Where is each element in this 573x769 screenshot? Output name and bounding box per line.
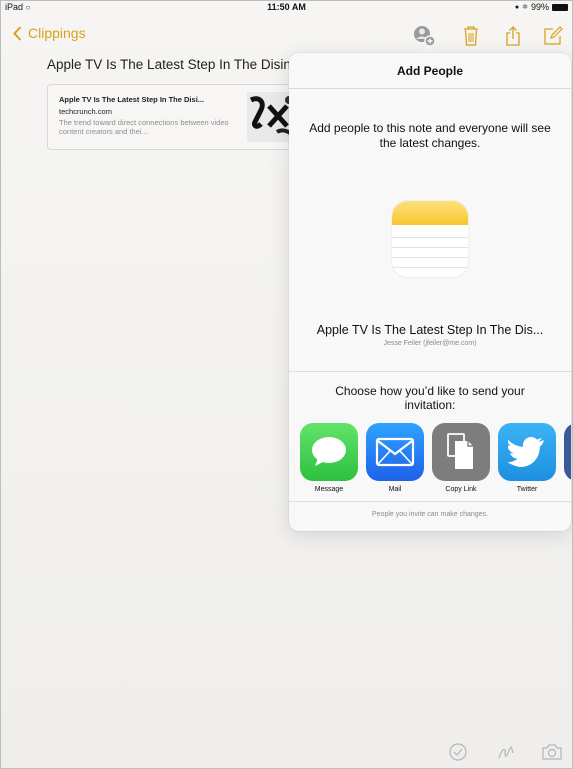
twitter-icon — [498, 423, 556, 481]
share-message-label: Message — [314, 486, 344, 493]
shared-note-title: Apple TV Is The Latest Step In The Dis..… — [316, 323, 544, 337]
popover-title: Add People — [289, 53, 571, 89]
battery-icon — [552, 3, 568, 11]
popover-description: Add people to this note and everyone wil… — [309, 121, 551, 150]
note-title[interactable]: Apple TV Is The Latest Step In The Disin… — [47, 57, 302, 72]
share-copy-link-label: Copy Link — [445, 486, 477, 493]
divider — [289, 501, 571, 502]
navigation-bar: Clippings — [1, 21, 572, 51]
camera-icon[interactable] — [541, 741, 563, 763]
popover-footer-note: People you invite can make changes. — [372, 511, 488, 518]
share-mail-label: Mail — [388, 486, 402, 493]
message-icon — [300, 423, 358, 481]
share-mail-button[interactable]: Mail — [366, 423, 424, 499]
status-right: ● ✱ 99% — [515, 2, 568, 12]
share-more-button[interactable] — [564, 423, 571, 499]
bluetooth-icon: ✱ — [522, 4, 528, 11]
notes-app-icon — [392, 201, 468, 277]
share-twitter-button[interactable]: Twitter — [498, 423, 556, 499]
link-title: Apple TV Is The Latest Step In The Disi.… — [59, 95, 205, 104]
chevron-left-icon — [13, 25, 22, 41]
add-people-popover: Add People Add people to this note and e… — [289, 53, 571, 531]
share-copy-link-button[interactable]: Copy Link — [432, 423, 490, 499]
facebook-icon — [564, 423, 571, 481]
sketch-icon[interactable] — [495, 741, 517, 763]
alarm-icon: ● — [514, 3, 520, 11]
link-preview-card[interactable]: Apple TV Is The Latest Step In The Disi.… — [47, 84, 307, 150]
share-message-button[interactable]: Message — [300, 423, 358, 499]
checklist-icon[interactable] — [447, 741, 469, 763]
link-description: The trend toward direct connections betw… — [59, 118, 229, 136]
share-twitter-label: Twitter — [516, 486, 538, 493]
back-label: Clippings — [28, 25, 86, 41]
notes-app-window: iPad ○ 11:50 AM ● ✱ 99% Clippings Apple … — [0, 0, 573, 769]
status-bar: iPad ○ 11:50 AM ● ✱ 99% — [1, 1, 572, 15]
back-button[interactable]: Clippings — [13, 25, 86, 41]
divider — [289, 371, 571, 372]
status-time: 11:50 AM — [267, 2, 306, 12]
link-domain: techcrunch.com — [59, 107, 112, 116]
share-icon[interactable] — [500, 23, 526, 49]
trash-icon[interactable] — [458, 23, 484, 49]
battery-percent: 99% — [530, 2, 549, 12]
choose-method-text: Choose how you’d like to send your invit… — [335, 384, 525, 412]
share-options-row: Message Mail Copy Link Twitter — [289, 423, 571, 499]
mail-icon — [366, 423, 424, 481]
note-owner: Jesse Feiler (jfeiler@me.com) — [383, 340, 477, 347]
copy-link-icon — [432, 423, 490, 481]
compose-icon[interactable] — [540, 23, 566, 49]
